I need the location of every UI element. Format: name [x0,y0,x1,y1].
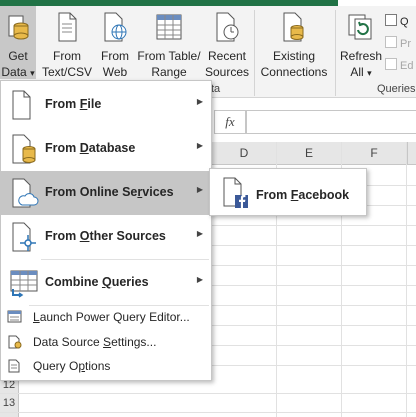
query-editor-icon [7,310,23,327]
row-header-14[interactable] [0,413,19,417]
from-table-range-label: From Table/Range [137,49,201,79]
grid-line [210,325,416,326]
menu-item-data-source-settings[interactable]: Data Source Settings... [1,330,211,354]
menu-item-from-database[interactable]: From Database ▶ [1,127,211,171]
refresh-all-button[interactable]: Refresh All ▾ [339,6,383,86]
grid-line [210,265,416,266]
column-header-e[interactable]: E [277,142,341,165]
submenu-arrow-icon: ▶ [196,97,203,106]
recent-sources-button[interactable]: Recent Sources [204,6,250,86]
submenu-item-label: From Facebook [256,188,350,202]
grid-line [406,142,407,417]
from-web-button[interactable]: From Web [97,6,133,86]
row-header-13[interactable]: 13 [0,394,19,412]
database-icon [6,12,30,46]
menu-item-launch-power-query-editor[interactable]: Launch Power Query Editor... [1,305,211,329]
edit-links-item: Ed [385,58,413,72]
insert-function-button[interactable]: fx [214,110,246,134]
ribbon-separator [254,10,255,96]
column-header-g[interactable] [407,142,416,165]
menu-item-query-options[interactable]: Query Options [1,354,211,378]
menu-item-label: From Other Sources [45,229,166,243]
menu-item-from-other-sources[interactable]: From Other Sources ▶ [1,215,211,259]
menu-item-label: From File [45,97,102,111]
web-globe-icon [102,12,128,46]
submenu-arrow-icon: ▶ [196,141,203,150]
menu-item-from-file[interactable]: From File ▶ [1,83,211,127]
combine-queries-icon [9,267,41,302]
grid-line [210,365,416,366]
menu-item-label: Combine Queries [45,275,149,289]
formula-bar: fx [210,108,416,136]
submenu-arrow-icon: ▶ [196,275,203,284]
cloud-file-icon [9,177,39,212]
group-label-get-data: ta [211,83,221,95]
recent-sources-label: Recent Sources [204,49,250,79]
facebook-file-icon [222,177,250,212]
submenu-arrow-icon: ▶ [196,229,203,238]
edit-links-icon [385,58,397,70]
submenu-item-from-facebook[interactable]: From Facebook [210,169,366,215]
properties-item: Pr [385,36,411,50]
connections-icon [281,12,307,48]
column-header-d[interactable]: D [212,142,276,165]
grid-line [0,393,416,394]
file-icon [9,89,35,124]
queries-icon [385,14,397,26]
network-file-icon [9,221,39,256]
menu-item-combine-queries[interactable]: Combine Queries ▶ [1,261,211,305]
menu-item-label: Data Source Settings... [33,335,157,349]
column-header-f[interactable]: F [342,142,406,165]
get-data-label: Get Data ▾ [1,49,35,79]
grid-line [0,412,416,413]
data-source-settings-icon [7,335,23,352]
menu-item-label: Query Options [33,359,111,373]
grid-line [210,305,416,306]
menu-item-label: From Online Services [45,185,174,199]
clock-icon [214,12,240,46]
queries-connections-item[interactable]: Q [385,14,409,28]
online-services-submenu: From Facebook [209,168,367,216]
grid-line [210,345,416,346]
from-text-csv-label: From Text/CSV [41,49,92,79]
group-label-queries: Queries [377,83,416,95]
properties-icon [385,36,397,48]
from-text-csv-button[interactable]: From Text/CSV [38,6,96,86]
grid-line [210,245,416,246]
get-data-button[interactable]: Get Data ▾ [0,6,36,79]
submenu-arrow-icon: ▶ [196,185,203,194]
query-options-icon [7,359,23,376]
from-web-label: From Web [101,49,129,79]
menu-item-label: Launch Power Query Editor... [33,310,190,324]
formula-input[interactable] [246,110,416,134]
database-file-icon [9,133,39,168]
menu-item-from-online-services[interactable]: From Online Services ▶ [1,171,211,215]
menu-item-label: From Database [45,141,136,155]
refresh-all-label: Refresh All ▾ [339,49,383,79]
table-icon [155,12,183,46]
grid-line [210,225,416,226]
existing-connections-label: Existing Connections [260,49,328,79]
get-data-menu: From File ▶ From Database ▶ From Online … [0,80,212,381]
menu-separator [41,259,209,260]
existing-connections-button[interactable]: Existing Connections [258,6,330,86]
from-table-range-button[interactable]: From Table/Range [135,6,203,86]
ribbon-separator [335,10,336,96]
refresh-icon [347,12,375,46]
text-file-icon [56,12,78,46]
grid-line [210,285,416,286]
